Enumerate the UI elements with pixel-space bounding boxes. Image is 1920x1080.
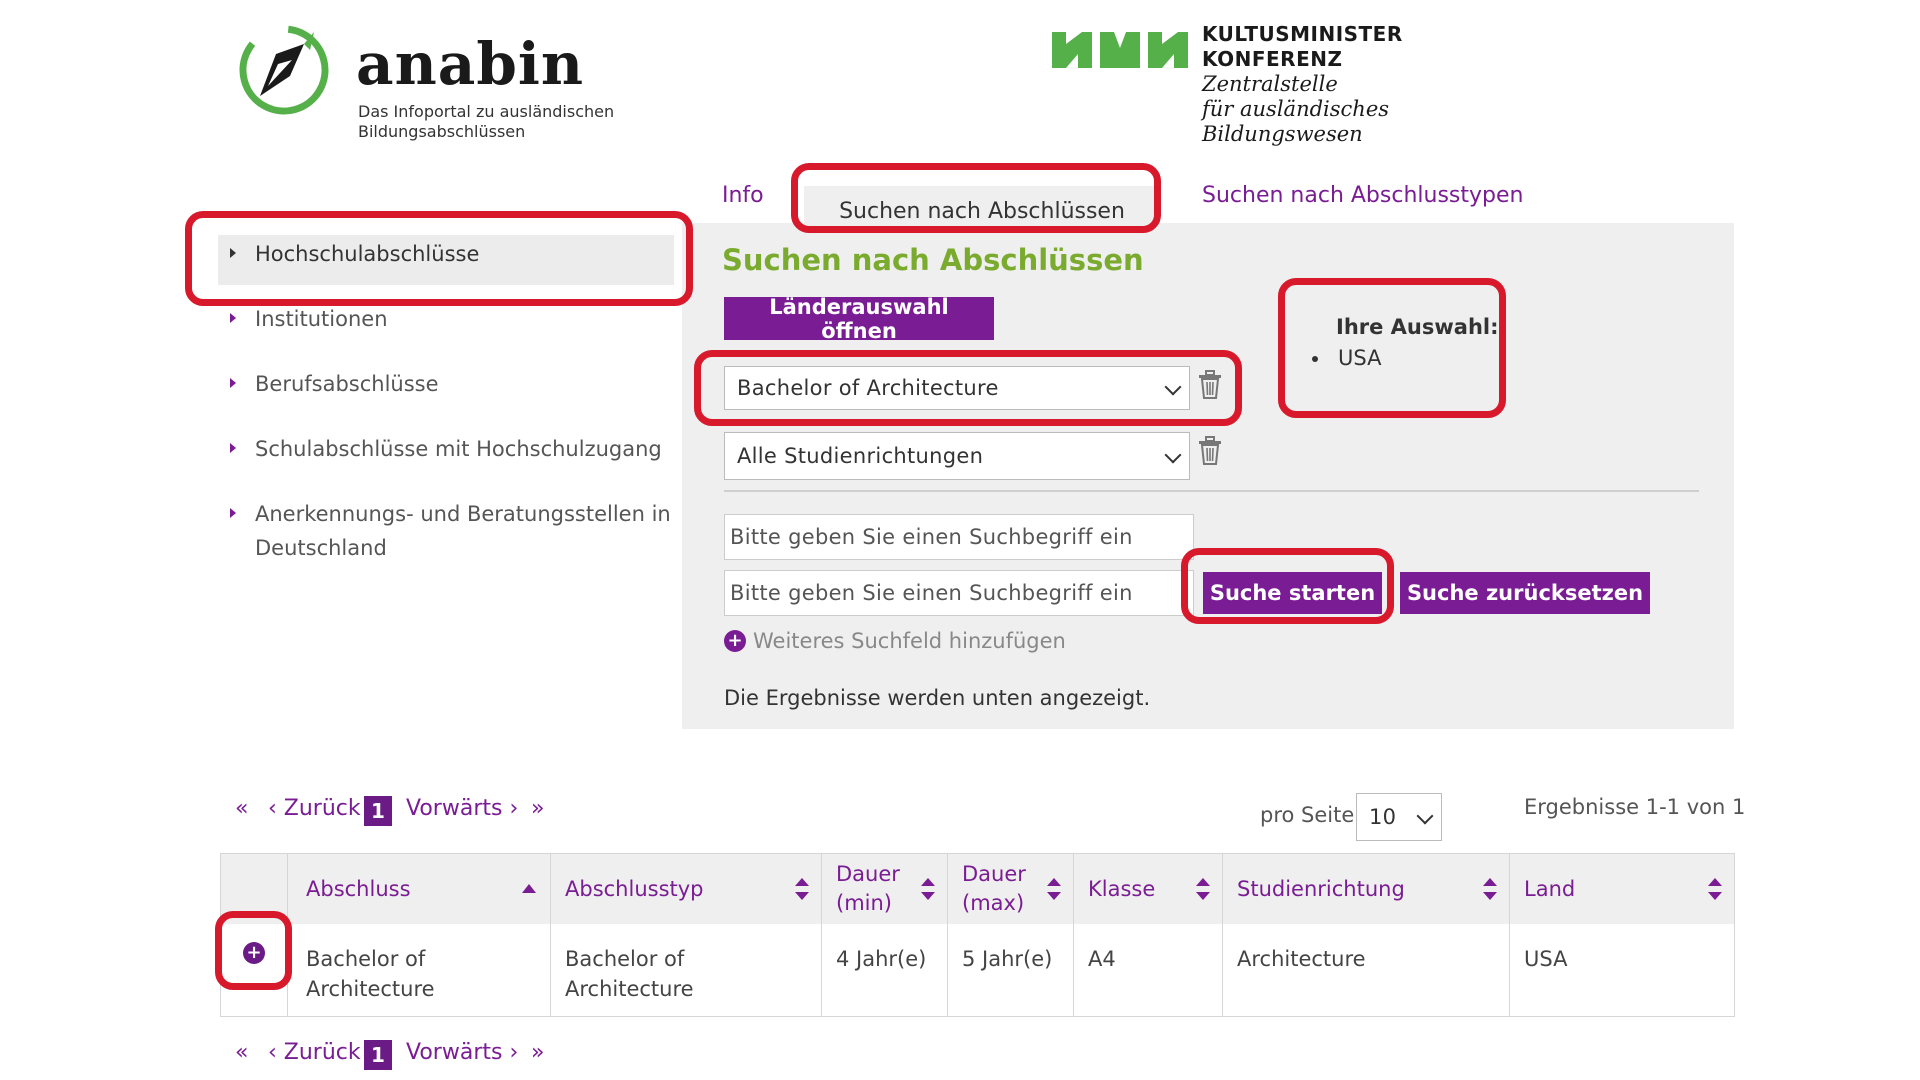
panel-divider: [724, 490, 1699, 492]
compass-icon: [239, 25, 329, 115]
kmk-logo[interactable]: KULTUSMINISTER KONFERENZ Zentralstelle f…: [1052, 22, 1412, 148]
per-page-label: pro Seite: [1260, 803, 1355, 827]
anabin-logo[interactable]: anabin Das Infoportal zu ausländischen B…: [238, 22, 618, 144]
column-divider: [550, 854, 551, 1016]
anabin-subtitle-2: Bildungsabschlüssen: [358, 122, 526, 141]
cell-dauer-max: 5 Jahr(e): [962, 947, 1053, 971]
caret-right-icon: [230, 313, 236, 323]
sidebar-item-institutionen[interactable]: Institutionen: [230, 302, 388, 336]
sort-icon: [795, 878, 809, 900]
pagination-current[interactable]: 1: [364, 796, 392, 826]
sidebar-item-berufsabschluesse[interactable]: Berufsabschlüsse: [230, 367, 439, 401]
pagination-last[interactable]: »: [531, 796, 544, 821]
cell-studienrichtung: Architecture: [1237, 947, 1366, 971]
anabin-wordmark: anabin: [356, 30, 585, 98]
per-page-select[interactable]: 10: [1356, 793, 1442, 841]
search-start-button[interactable]: Suche starten: [1203, 572, 1382, 614]
column-divider: [947, 854, 948, 1016]
cell-land: USA: [1524, 947, 1568, 971]
column-header-studienrichtung[interactable]: Studienrichtung: [1223, 854, 1509, 924]
column-header-abschluss[interactable]: Abschluss: [288, 854, 550, 924]
page-title: Suchen nach Abschlüssen: [722, 243, 1144, 277]
caret-right-icon: [230, 248, 236, 258]
caret-right-icon: [230, 508, 236, 518]
column-divider: [1073, 854, 1074, 1016]
caret-right-icon: [230, 443, 236, 453]
search-reset-button[interactable]: Suche zurücksetzen: [1400, 572, 1650, 614]
kmk-mark-icon: [1052, 32, 1188, 68]
trash-icon[interactable]: [1196, 370, 1224, 400]
plus-circle-icon: +: [724, 630, 746, 652]
field-of-study-select[interactable]: Alle Studienrichtungen: [724, 432, 1190, 480]
tab-info[interactable]: Info: [722, 183, 764, 208]
sort-icon: [1708, 878, 1722, 900]
add-search-field-link[interactable]: + Weiteres Suchfeld hinzufügen: [724, 626, 1066, 656]
results-note: Die Ergebnisse werden unten angezeigt.: [724, 686, 1151, 710]
pagination-current-bottom[interactable]: 1: [364, 1040, 392, 1070]
column-header-dauer-min[interactable]: Dauer (min): [822, 854, 947, 924]
sidebar-item-hochschulabschluesse[interactable]: Hochschulabschlüsse: [230, 237, 479, 271]
anabin-subtitle-1: Das Infoportal zu ausländischen: [358, 102, 615, 121]
chevron-down-icon: [1416, 807, 1434, 825]
column-divider: [1222, 854, 1223, 1016]
pagination-next-bottom[interactable]: Vorwärts ›: [406, 1040, 518, 1065]
kmk-line-2: KONFERENZ: [1202, 47, 1343, 71]
pagination-next[interactable]: Vorwärts ›: [406, 796, 518, 821]
pagination-prev[interactable]: ‹ Zurück: [268, 796, 361, 821]
column-header-land[interactable]: Land: [1510, 854, 1734, 924]
selection-item: USA: [1338, 346, 1382, 370]
column-divider: [821, 854, 822, 1016]
sidebar-item-anerkennungsstellen[interactable]: Anerkennungs- und Beratungsstellen in De…: [230, 497, 671, 565]
cell-abschlusstyp: Bachelor of Architecture: [565, 947, 694, 1001]
kmk-line-5: Bildungswesen: [1202, 122, 1363, 146]
pagination-prev-bottom[interactable]: ‹ Zurück: [268, 1040, 361, 1065]
column-divider: [1509, 854, 1510, 1016]
column-header-klasse[interactable]: Klasse: [1074, 854, 1222, 924]
country-select-button[interactable]: Länderauswahl öffnen: [724, 295, 994, 343]
selection-title: Ihre Auswahl:: [1336, 315, 1499, 339]
sort-icon: [1196, 878, 1210, 900]
sort-icon: [1047, 878, 1061, 900]
kmk-line-3: Zentralstelle: [1202, 72, 1338, 96]
kmk-line-4: für ausländisches: [1202, 97, 1390, 121]
sort-icon: [921, 878, 935, 900]
selection-bullet: [1312, 356, 1318, 362]
tab-search-degree-types[interactable]: Suchen nach Abschlusstypen: [1202, 183, 1523, 208]
sort-ascending-icon: [522, 884, 536, 893]
sidebar-item-schulabschluesse[interactable]: Schulabschlüsse mit Hochschulzugang: [230, 432, 662, 466]
column-divider: [287, 854, 288, 1016]
cell-klasse: A4: [1088, 947, 1116, 971]
chevron-down-icon: [1164, 378, 1182, 396]
cell-dauer-min: 4 Jahr(e): [836, 947, 927, 971]
search-input-2[interactable]: [724, 570, 1194, 616]
pagination-first[interactable]: «: [235, 796, 248, 821]
kmk-line-1: KULTUSMINISTER: [1202, 22, 1403, 46]
degree-select[interactable]: Bachelor of Architecture: [724, 366, 1190, 410]
results-table: Abschluss Abschlusstyp Dauer (min) Dauer…: [220, 853, 1735, 1017]
pagination-first-bottom[interactable]: «: [235, 1040, 248, 1065]
sort-icon: [1483, 878, 1497, 900]
selection-box: Ihre Auswahl: USA: [1300, 310, 1500, 390]
trash-icon[interactable]: [1196, 436, 1224, 466]
caret-right-icon: [230, 378, 236, 388]
expand-row-icon[interactable]: +: [243, 942, 265, 964]
pagination-last-bottom[interactable]: »: [531, 1040, 544, 1065]
search-input-1[interactable]: [724, 514, 1194, 560]
chevron-down-icon: [1164, 446, 1182, 464]
cell-abschluss: Bachelor of Architecture: [306, 947, 435, 1001]
results-summary: Ergebnisse 1-1 von 1: [1524, 795, 1746, 819]
column-header-abschlusstyp[interactable]: Abschlusstyp: [551, 854, 821, 924]
column-header-dauer-max[interactable]: Dauer (max): [948, 854, 1073, 924]
